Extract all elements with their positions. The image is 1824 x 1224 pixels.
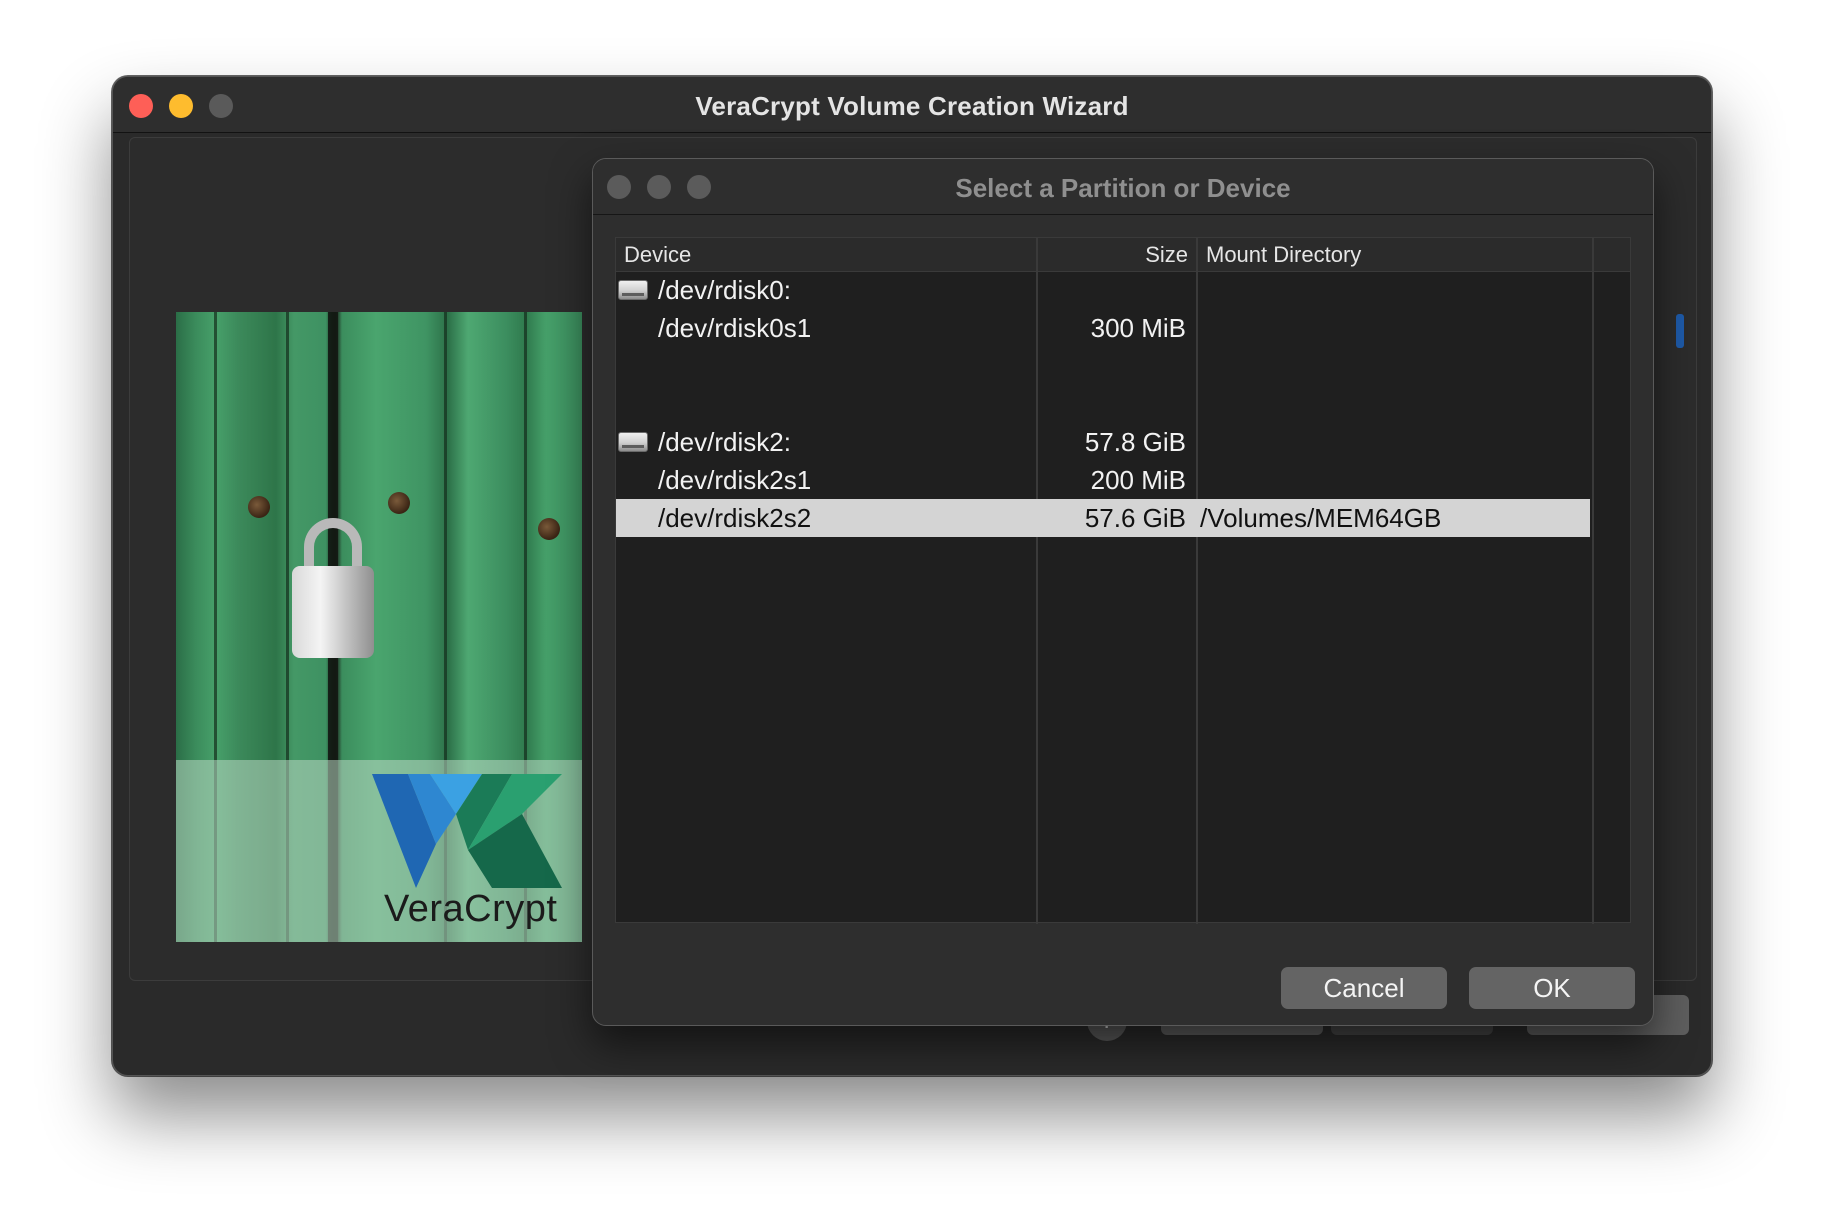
table-header: Device Size Mount Directory	[616, 238, 1630, 272]
veracrypt-wordmark: VeraCrypt	[384, 888, 558, 930]
veracrypt-vc-mark-icon	[372, 774, 562, 888]
hard-disk-icon	[618, 280, 648, 300]
size-cell	[1044, 271, 1186, 309]
device-table[interactable]: Device Size Mount Directory /dev/rdisk0:…	[615, 237, 1631, 924]
column-header-size[interactable]: Size	[1046, 238, 1196, 272]
column-header-device[interactable]: Device	[624, 238, 1034, 272]
table-row[interactable]: /dev/rdisk0s1 300 MiB	[616, 309, 1590, 347]
table-row[interactable]: /dev/rdisk2: 57.8 GiB	[616, 423, 1590, 461]
column-divider[interactable]	[1592, 238, 1594, 924]
size-cell: 57.6 GiB	[1084, 503, 1186, 533]
device-cell: /dev/rdisk0s1	[658, 313, 812, 343]
ok-button[interactable]: OK	[1469, 967, 1635, 1009]
wizard-titlebar: VeraCrypt Volume Creation Wizard	[113, 77, 1711, 133]
mount-cell: /Volumes/MEM64GB	[1200, 503, 1442, 533]
veracrypt-logo-image: VeraCrypt	[176, 312, 582, 942]
focus-edge	[1676, 314, 1684, 348]
padlock-body	[292, 566, 374, 658]
nail-icon	[388, 492, 410, 514]
device-cell: /dev/rdisk2s1	[658, 465, 812, 495]
column-header-mount[interactable]: Mount Directory	[1206, 238, 1586, 272]
device-cell: /dev/rdisk2s2	[658, 503, 812, 533]
size-cell: 300 MiB	[1090, 313, 1186, 343]
nail-icon	[248, 496, 270, 518]
size-cell: 200 MiB	[1090, 465, 1186, 495]
select-device-dialog: Select a Partition or Device Device Size…	[592, 158, 1654, 1026]
size-cell: 57.8 GiB	[1084, 427, 1186, 457]
dialog-titlebar: Select a Partition or Device	[593, 159, 1653, 215]
device-cell: /dev/rdisk0:	[658, 275, 791, 305]
device-cell: /dev/rdisk2:	[658, 427, 791, 457]
table-row[interactable]: /dev/rdisk2s1 200 MiB	[616, 461, 1590, 499]
window-title: VeraCrypt Volume Creation Wizard	[695, 91, 1129, 121]
table-row-selected[interactable]: /dev/rdisk2s2 57.6 GiB /Volumes/MEM64GB	[616, 499, 1590, 537]
hard-disk-icon	[618, 432, 648, 452]
cancel-button[interactable]: Cancel	[1281, 967, 1447, 1009]
dialog-title: Select a Partition or Device	[955, 173, 1291, 203]
nail-icon	[538, 518, 560, 540]
table-row[interactable]: /dev/rdisk0:	[616, 271, 1590, 309]
